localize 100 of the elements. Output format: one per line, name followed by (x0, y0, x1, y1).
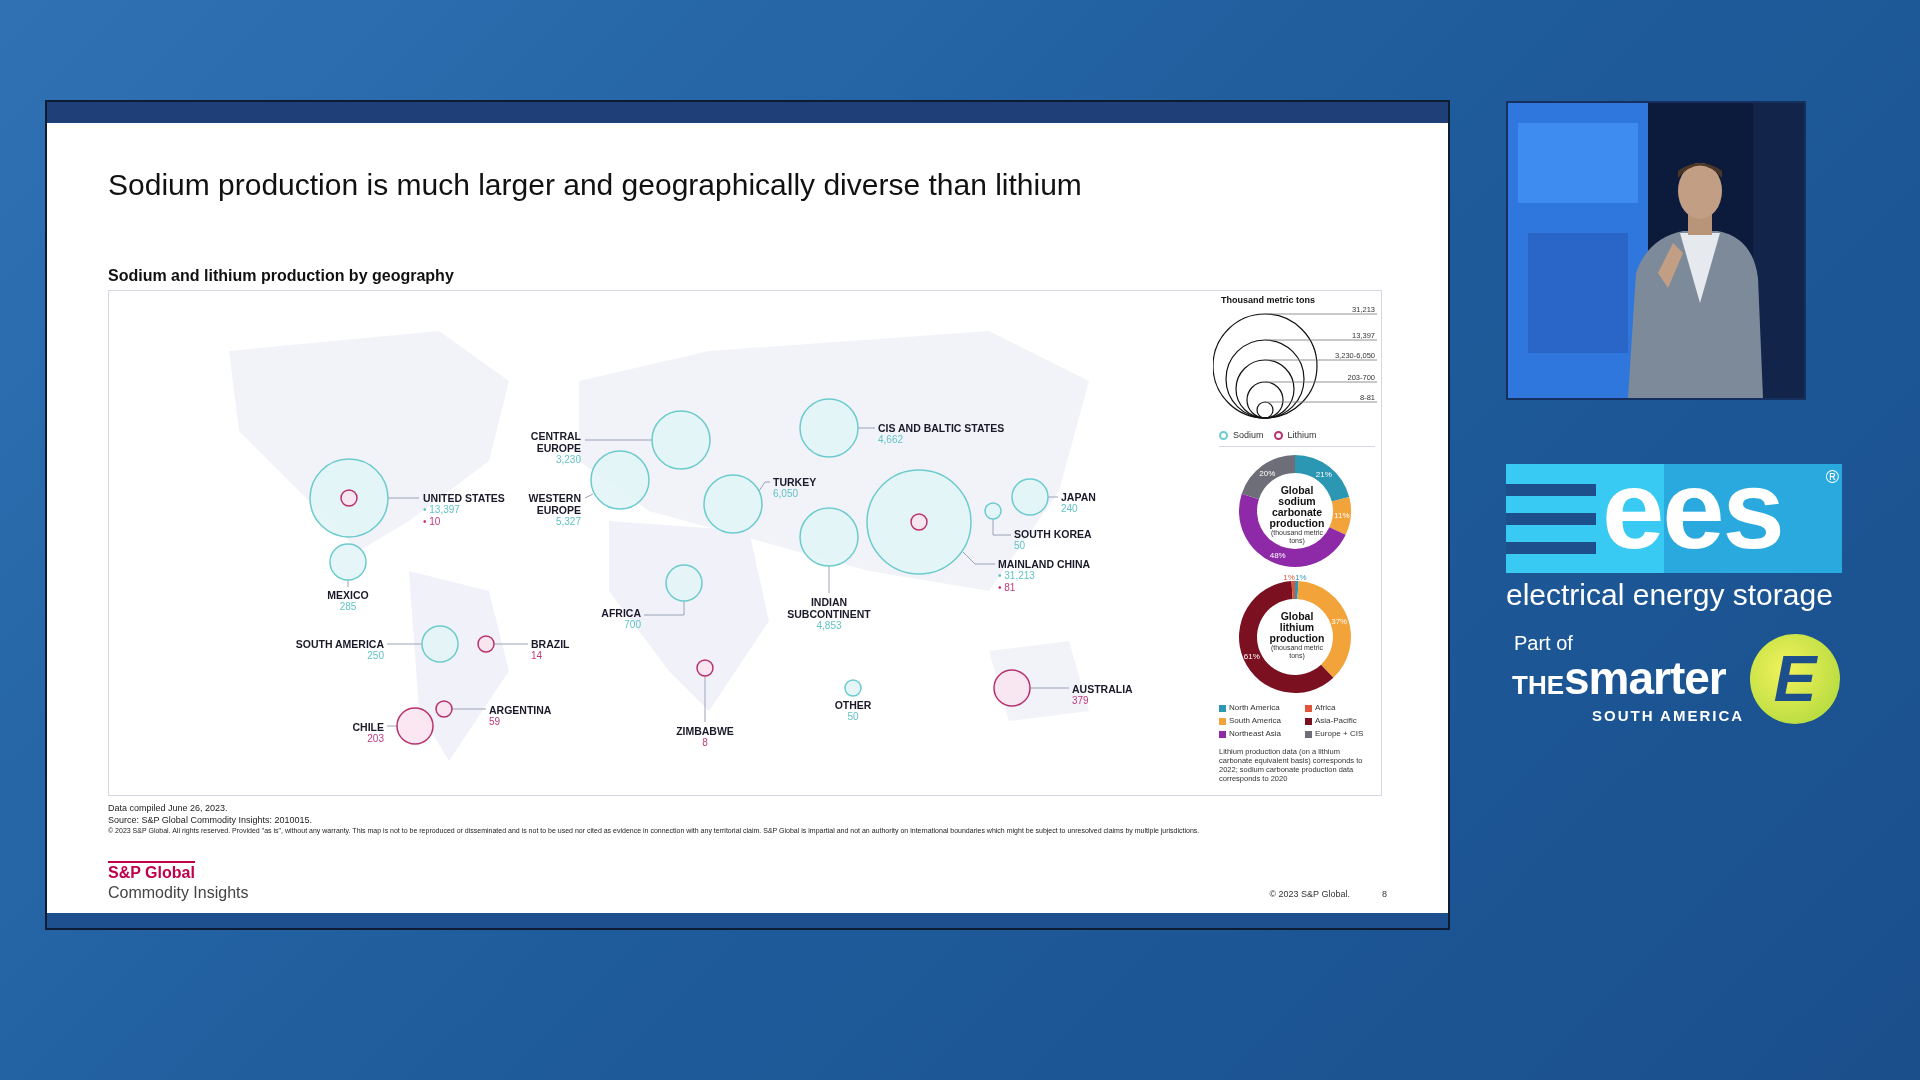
lithium-bubble (340, 489, 358, 507)
region-name: JAPAN (1061, 491, 1096, 503)
lithium-value: 203 (367, 733, 384, 745)
sodium-value: 5,327 (555, 516, 581, 528)
lithium-value: 59 (489, 716, 501, 728)
sodium-bubble (421, 625, 459, 663)
donut-title: Global lithium production (1268, 611, 1326, 644)
sodium-value: 50 (1014, 540, 1026, 552)
smarter-label: smarter (1564, 655, 1726, 701)
legend-label: Asia-Pacific (1315, 716, 1357, 726)
sodium-value: 250 (367, 650, 384, 662)
leader-line (857, 427, 876, 429)
legend-label: Africa (1315, 703, 1336, 713)
slice-label: 48% (1269, 550, 1286, 560)
legend-label: South America (1229, 716, 1282, 726)
donut-title: Global sodium carbonate production (1268, 485, 1326, 529)
leader-line (347, 579, 349, 588)
sodium-value: 3,230 (555, 454, 581, 466)
leader-line (584, 493, 594, 499)
tagline: electrical energy storage (1506, 577, 1834, 613)
footnote: Source: S&P Global Commodity Insights: 2010015. (108, 814, 313, 826)
sodium-bubble (590, 450, 650, 510)
sodium-value: 240 (1061, 503, 1078, 515)
series-label: Lithium (1287, 428, 1317, 442)
part-of-label: Part of (1514, 631, 1574, 655)
region-name: CHILE (352, 721, 384, 733)
leader-line (386, 725, 398, 727)
leader-line (451, 708, 487, 710)
lithium-bubble (993, 669, 1031, 707)
brand-division: Commodity Insights (108, 883, 249, 903)
region-name: TURKEY (773, 476, 817, 488)
registered-mark: ® (1825, 466, 1839, 489)
lithium-bubble (910, 513, 928, 531)
region-name: CIS AND BALTIC STATES (878, 422, 1005, 434)
sodium-bubble (329, 543, 367, 581)
stripes-icon (1506, 483, 1596, 554)
slice-label: 11% (1334, 511, 1350, 521)
slice-label: 21% (1315, 469, 1332, 479)
slice-label: 1% (1283, 575, 1295, 582)
sodium-bubble (651, 410, 711, 470)
the-label: THE (1512, 669, 1564, 702)
ees-wordmark: ees (1602, 459, 1783, 560)
region-name: SOUTH AMERICA (295, 638, 384, 650)
region-name: WESTERN EUROPE (527, 492, 581, 516)
leader-line (704, 675, 706, 723)
leader-line (1047, 496, 1059, 498)
legend-label: North America (1229, 703, 1280, 713)
series-label: Sodium (1233, 428, 1264, 442)
chart-title: Sodium and lithium production by geography (108, 266, 455, 286)
leader-line (1029, 687, 1070, 689)
brand-name: S&P Global (108, 861, 195, 883)
leader-line (387, 497, 420, 499)
region-name: INDIAN SUBCONTINENT (786, 596, 872, 620)
lithium-bubble (477, 635, 495, 653)
region-label: SOUTH AMERICA (1592, 706, 1745, 726)
region-name: SOUTH KOREA (1014, 528, 1092, 540)
sodium-bubble (984, 502, 1002, 520)
region-name: ARGENTINA (489, 704, 552, 716)
sodium-value: 700 (624, 619, 641, 631)
slide-title: Sodium production is much larger and geographically diverse than lithium (108, 167, 1083, 203)
sodium-value: • 13,397 (423, 504, 460, 516)
leader-line (992, 517, 1012, 536)
region-name: CENTRAL EUROPE (529, 430, 581, 454)
leader-line (643, 600, 685, 616)
footnote: Data compiled June 26, 2023. (108, 802, 229, 814)
lithium-marker-icon (1273, 431, 1283, 440)
slice-label: 61% (1243, 651, 1260, 661)
lithium-value: • 10 (423, 516, 441, 528)
leader-line (584, 439, 653, 441)
lithium-value: • 81 (998, 582, 1016, 594)
legend-title: Thousand metric tons (1221, 294, 1316, 306)
sodium-value: 50 (847, 711, 859, 723)
page-number: 8 (1382, 887, 1387, 901)
sodium-value: 4,853 (816, 620, 842, 632)
leader-line (758, 481, 771, 492)
sodium-bubble (703, 474, 763, 534)
sodium-value: 6,050 (773, 488, 799, 500)
sodium-bubble (844, 679, 862, 697)
region-name: ZIMBABWE (676, 725, 734, 737)
slice-label: 1% (1295, 575, 1307, 582)
region-name: AFRICA (601, 607, 641, 619)
leader-line (493, 643, 529, 645)
region-name: MAINLAND CHINA (998, 558, 1091, 570)
sodium-bubble (1011, 478, 1049, 516)
slice-label: 37% (1331, 617, 1348, 627)
sodium-value: 285 (339, 601, 357, 613)
region-name: AUSTRALIA (1072, 683, 1133, 695)
sodium-value: 4,662 (878, 434, 904, 446)
region-name: OTHER (834, 699, 872, 711)
legend-label: Europe + CIS (1315, 729, 1364, 739)
e-logo: E (1750, 634, 1841, 725)
leader-line (386, 643, 423, 645)
sodium-marker-icon (1219, 431, 1228, 440)
leader-line (828, 565, 830, 594)
region-name: BRAZIL (531, 638, 570, 650)
lithium-value: 8 (702, 737, 708, 749)
sodium-value: • 31,213 (998, 570, 1035, 582)
lithium-value: 379 (1072, 695, 1089, 707)
slice-label: 20% (1259, 469, 1276, 478)
legend-label: Northeast Asia (1229, 729, 1282, 739)
